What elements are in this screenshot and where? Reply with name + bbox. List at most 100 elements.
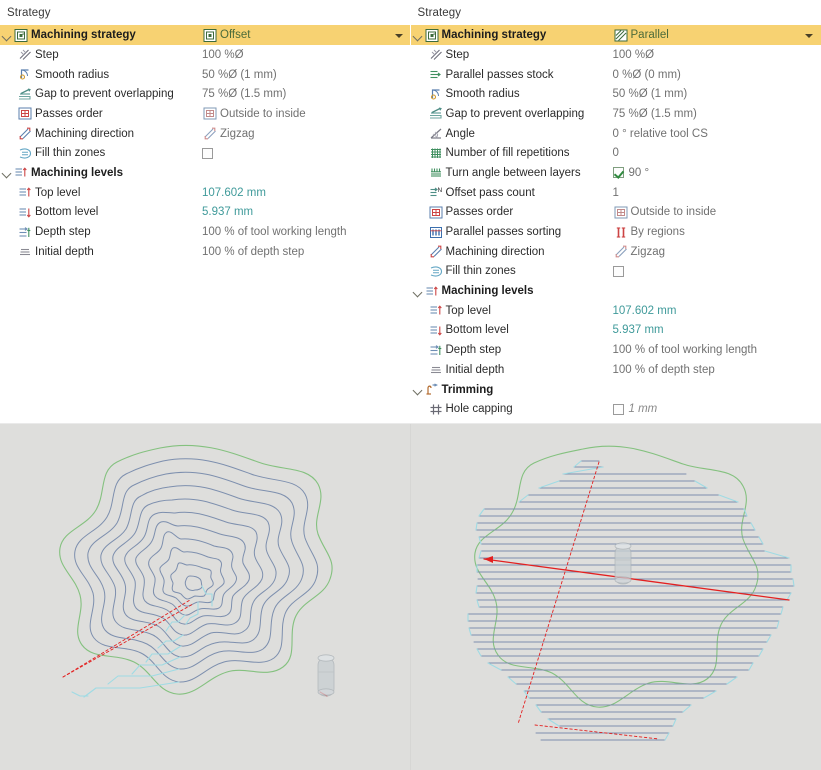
property-label: Depth step — [35, 226, 91, 239]
property-value-cell[interactable]: 1 mm — [612, 403, 821, 415]
property-group-row[interactable]: Machining levels — [411, 281, 821, 301]
dropdown-arrow-icon[interactable] — [394, 33, 403, 38]
property-value-cell[interactable]: 50 %Ø (1 mm) — [201, 69, 411, 81]
property-value-cell[interactable]: Offset — [201, 28, 411, 43]
property-row[interactable]: N Offset pass count 1 — [411, 183, 821, 203]
property-row-strategy-header[interactable]: Machining strategy Parallel — [410, 25, 821, 45]
property-value-cell[interactable]: Zigzag — [612, 244, 821, 259]
property-label: Angle — [445, 127, 475, 140]
property-value-cell[interactable]: 100 % of tool working length — [201, 226, 411, 238]
dropdown-arrow-icon[interactable] — [805, 33, 813, 38]
property-row[interactable]: Machining direction Zigzag — [0, 124, 411, 144]
fill-thin-zones-icon — [428, 264, 444, 279]
property-value-cell[interactable]: 5.937 mm — [201, 206, 411, 218]
property-group-row[interactable]: Trimming — [411, 380, 821, 400]
checkbox-checked[interactable] — [612, 167, 624, 179]
property-row[interactable]: Angle 0 ° relative tool CS — [411, 124, 821, 144]
property-value-cell[interactable]: Outside to inside — [612, 205, 821, 220]
offset-toolpath-viewport[interactable] — [0, 424, 411, 770]
property-row[interactable]: Depth step 100 % of tool working length — [411, 340, 821, 360]
property-value: Outside to inside — [220, 107, 306, 120]
property-value: 100 %Ø — [612, 48, 655, 61]
property-name-cell: Number of fill repetitions — [411, 146, 612, 161]
property-row[interactable]: Top level 107.602 mm — [0, 183, 411, 203]
property-value-cell[interactable] — [612, 265, 821, 277]
property-value-cell[interactable]: 75 %Ø (1.5 mm) — [612, 108, 821, 120]
property-label: Step — [445, 48, 470, 61]
property-name-cell: Depth step — [0, 225, 201, 240]
property-row[interactable]: Parallel passes sorting By regions — [411, 222, 821, 242]
property-panels: Strategy Machining strategy Offset Step 100… — [0, 0, 821, 424]
property-row[interactable]: Fill thin zones — [411, 262, 821, 282]
property-row[interactable]: Initial depth 100 % of depth step — [0, 242, 411, 262]
property-value: 90 ° — [628, 166, 650, 179]
property-row[interactable]: Machining direction Zigzag — [411, 242, 821, 262]
property-label: Machining strategy — [31, 29, 136, 41]
property-name-cell: Hole capping — [411, 402, 612, 417]
property-row[interactable]: Step 100 %Ø — [411, 45, 821, 65]
property-group-row[interactable]: Machining levels — [0, 163, 411, 183]
property-value-cell[interactable]: 1 — [612, 187, 821, 199]
property-value: 75 %Ø (1.5 mm) — [612, 107, 697, 120]
toolpath-viewports — [0, 424, 821, 770]
property-value-cell[interactable]: 100 % of depth step — [612, 364, 821, 376]
outside-to-inside-icon — [202, 106, 218, 121]
property-name-cell: Machining strategy — [0, 28, 201, 43]
property-value-cell[interactable] — [201, 147, 411, 159]
property-row[interactable]: Smooth radius 50 %Ø (1 mm) — [411, 84, 821, 104]
property-label: Top level — [35, 186, 81, 199]
property-value-cell[interactable]: 5.937 mm — [612, 324, 821, 336]
property-value-cell[interactable]: 107.602 mm — [612, 305, 821, 317]
property-value-cell[interactable]: 0 ° relative tool CS — [612, 128, 821, 140]
property-label: Number of fill repetitions — [445, 147, 570, 160]
property-value-cell[interactable]: 50 %Ø (1 mm) — [612, 88, 821, 100]
property-row[interactable]: Smooth radius 50 %Ø (1 mm) — [0, 65, 411, 85]
property-name-cell: Machining direction — [411, 244, 612, 259]
property-row[interactable]: Parallel passes stock 0 %Ø (0 mm) — [411, 65, 821, 85]
property-value-cell[interactable]: 100 %Ø — [201, 49, 411, 61]
property-value-cell[interactable]: 100 % of depth step — [201, 246, 411, 258]
property-value-cell[interactable]: Zigzag — [201, 126, 411, 141]
property-value-cell[interactable]: 90 ° — [612, 167, 821, 179]
property-row[interactable]: Step 100 %Ø — [0, 45, 411, 65]
property-value: 0 ° relative tool CS — [612, 127, 708, 140]
depth-step-icon — [17, 225, 33, 240]
property-value: 5.937 mm — [612, 324, 664, 337]
property-row[interactable]: Passes order Outside to inside — [411, 203, 821, 223]
property-name-cell: Trimming — [411, 382, 612, 397]
fill-thin-zones-icon — [17, 146, 33, 161]
property-label: Passes order — [445, 206, 514, 219]
property-value-cell[interactable]: 100 % of tool working length — [612, 344, 821, 356]
property-value-cell[interactable]: Outside to inside — [201, 106, 411, 121]
property-row[interactable]: Initial depth 100 % of depth step — [411, 360, 821, 380]
property-value-cell[interactable]: 0 %Ø (0 mm) — [612, 69, 821, 81]
property-row[interactable]: Depth step 100 % of tool working length — [0, 222, 411, 242]
property-row[interactable]: Bottom level 5.937 mm — [411, 321, 821, 341]
property-value-cell[interactable]: 75 %Ø (1.5 mm) — [201, 88, 411, 100]
property-row[interactable]: Passes order Outside to inside — [0, 104, 411, 124]
parallel-toolpath-viewport[interactable] — [410, 424, 821, 770]
property-row[interactable]: Number of fill repetitions 0 — [411, 143, 821, 163]
property-row-strategy-header[interactable]: Machining strategy Offset — [0, 25, 411, 45]
checkbox-unchecked[interactable] — [612, 265, 624, 277]
property-row[interactable]: Gap to prevent overlapping 75 %Ø (1.5 mm) — [0, 84, 411, 104]
property-name-cell: Top level — [0, 185, 201, 200]
property-row[interactable]: Top level 107.602 mm — [411, 301, 821, 321]
property-value-cell[interactable]: 100 %Ø — [612, 49, 821, 61]
property-row[interactable]: Turn angle between layers 90 ° — [411, 163, 821, 183]
property-value: Zigzag — [220, 127, 255, 140]
property-row[interactable]: Fill thin zones — [0, 143, 411, 163]
property-value-cell[interactable]: Parallel — [612, 28, 821, 43]
turn-angle-icon — [428, 165, 444, 180]
checkbox-unchecked[interactable] — [612, 403, 624, 415]
property-row[interactable]: Gap to prevent overlapping 75 %Ø (1.5 mm) — [411, 104, 821, 124]
property-row[interactable]: Hole capping 1 mm — [411, 399, 821, 419]
property-row[interactable]: Bottom level 5.937 mm — [0, 203, 411, 223]
property-value-cell[interactable]: 0 — [612, 147, 821, 159]
property-name-cell: Gap to prevent overlapping — [0, 87, 201, 102]
checkbox-unchecked[interactable] — [202, 147, 213, 159]
smooth-radius-icon — [428, 87, 444, 102]
passes-order-icon — [17, 106, 33, 121]
property-value-cell[interactable]: By regions — [612, 225, 821, 240]
property-value-cell[interactable]: 107.602 mm — [201, 187, 411, 199]
